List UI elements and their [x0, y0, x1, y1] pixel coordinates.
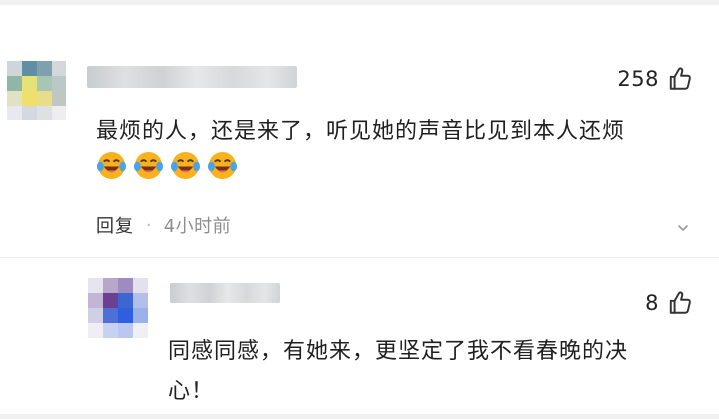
reply-text-line2: 心！ — [168, 379, 215, 404]
meta-separator: · — [146, 214, 152, 236]
divider — [0, 257, 719, 258]
reply-username-blurred[interactable] — [170, 283, 280, 303]
thumbs-up-icon — [669, 67, 691, 90]
username-blurred[interactable] — [87, 66, 297, 88]
laugh-crying-icon — [207, 151, 238, 180]
reply-avatar[interactable] — [88, 278, 148, 338]
like-button[interactable]: 258 — [617, 66, 693, 92]
bottom-edge — [0, 414, 719, 419]
reply-text: 同感同感，有她来，更坚定了我不看春晚的决 心！ — [168, 332, 688, 412]
reply-button[interactable]: 回复 — [96, 212, 134, 238]
comment-meta: 回复 · 4小时前 — [96, 212, 231, 238]
reply-text-line1: 同感同感，有她来，更坚定了我不看春晚的决 — [168, 339, 629, 364]
reply-like-count: 8 — [645, 291, 659, 315]
like-count: 258 — [617, 67, 659, 91]
laugh-crying-icon — [96, 151, 127, 180]
thumbs-up-icon — [669, 291, 691, 314]
avatar[interactable] — [7, 61, 66, 120]
comment-text: 最烦的人，还是来了，听见她的声音比见到本人还烦 — [96, 119, 626, 144]
laugh-crying-icon — [133, 151, 164, 180]
reply-like-button[interactable]: 8 — [645, 290, 693, 316]
timestamp: 4小时前 — [163, 216, 232, 237]
emoji-row — [96, 150, 238, 181]
laugh-crying-icon — [170, 151, 201, 180]
more-icon[interactable] — [675, 220, 691, 236]
top-edge — [0, 0, 719, 5]
